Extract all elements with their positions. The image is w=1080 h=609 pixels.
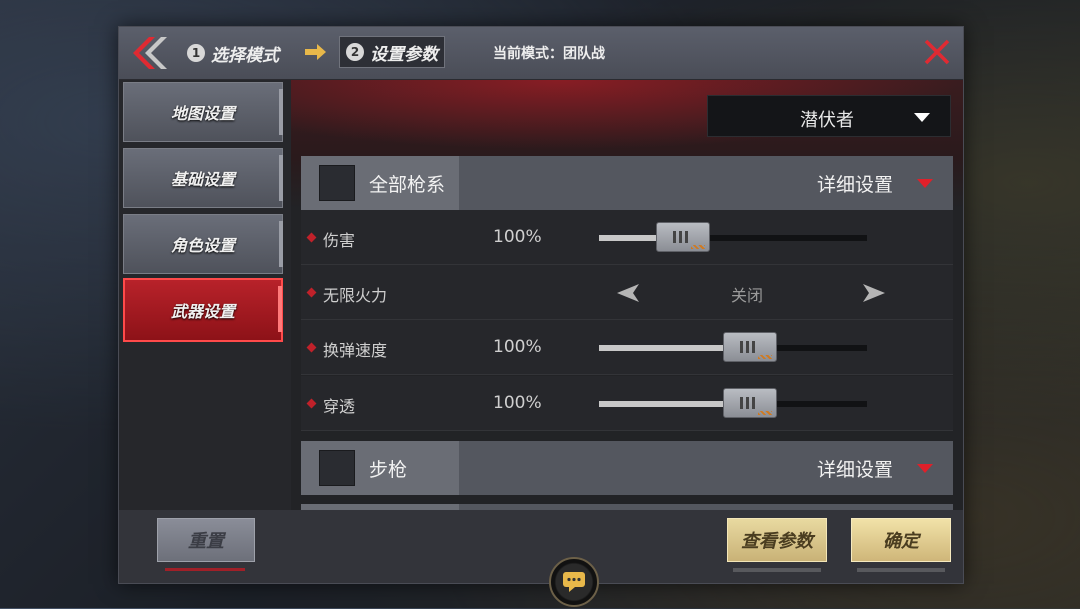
sidebar-item-label: 角色设置 — [170, 236, 235, 255]
stripe-decoration — [758, 411, 772, 415]
step2-label: 设置参数 — [370, 44, 438, 65]
grip-icon — [740, 397, 756, 409]
setting-label: 换弹速度 — [323, 341, 388, 360]
button-shadow — [733, 568, 821, 572]
sidebar-item-map-settings[interactable]: 地图设置 — [123, 82, 283, 142]
penetration-slider[interactable] — [599, 388, 867, 418]
close-icon[interactable] — [921, 36, 953, 68]
slider-fill — [599, 345, 733, 351]
setting-row-damage: 伤害 100% — [301, 210, 953, 265]
sidebar-item-label: 武器设置 — [170, 302, 235, 321]
setting-value: 100% — [493, 337, 542, 357]
section-checkbox[interactable] — [319, 450, 355, 486]
sidebar-item-label: 地图设置 — [170, 104, 235, 123]
button-shadow — [857, 568, 945, 572]
dialog-header: 1 选择模式 2 设置参数 当前模式：团队战 — [119, 27, 963, 80]
detail-settings-button[interactable]: 详细设置 — [817, 170, 893, 197]
setting-value: 100% — [493, 393, 542, 413]
section-checkbox[interactable] — [319, 165, 355, 201]
step-set-params[interactable]: 2 设置参数 — [339, 36, 445, 68]
section-title: 全部枪系 — [369, 174, 446, 196]
confirm-button[interactable]: 确定 — [851, 518, 951, 562]
slider-thumb[interactable] — [723, 332, 777, 362]
settings-dialog: 1 选择模式 2 设置参数 当前模式：团队战 地图设置 基础设置 角色设置 武器… — [118, 26, 964, 607]
settings-content: 潜伏者 全部枪系 详细设置 伤害 100% 无限火力 关闭 换弹速度 100% … — [291, 80, 963, 510]
bullet-icon — [306, 287, 317, 298]
stripe-decoration — [758, 355, 772, 359]
sidebar-item-basic-settings[interactable]: 基础设置 — [123, 148, 283, 208]
reset-underline — [165, 568, 245, 571]
step1-number: 1 — [187, 44, 205, 62]
dialog-footer: 重置 查看参数 确定 — [119, 510, 963, 583]
sidebar-item-weapon-settings[interactable]: 武器设置 — [123, 278, 283, 342]
caret-down-icon[interactable] — [917, 464, 933, 473]
reset-button[interactable]: 重置 — [157, 518, 255, 562]
slider-fill — [599, 401, 733, 407]
slider-thumb[interactable] — [723, 388, 777, 418]
caret-down-icon[interactable] — [917, 179, 933, 188]
setting-label: 无限火力 — [323, 286, 388, 305]
bullet-icon — [306, 398, 317, 409]
role-dropdown-value: 潜伏者 — [800, 110, 854, 131]
chat-button[interactable] — [549, 557, 599, 607]
step2-number: 2 — [346, 43, 364, 61]
grip-icon — [673, 231, 689, 243]
setting-row-unlimited-fire: 无限火力 关闭 — [301, 265, 953, 320]
setting-row-reload-speed: 换弹速度 100% — [301, 320, 953, 375]
caret-down-icon — [914, 113, 930, 122]
sidebar-item-label: 基础设置 — [170, 170, 235, 189]
current-mode-label: 当前模式：团队战 — [493, 46, 605, 62]
setting-label: 穿透 — [323, 397, 356, 416]
settings-sidebar: 地图设置 基础设置 角色设置 武器设置 — [119, 80, 291, 510]
setting-row-penetration: 穿透 100% — [301, 376, 953, 431]
stripe-decoration — [691, 245, 705, 249]
sidebar-item-character-settings[interactable]: 角色设置 — [123, 214, 283, 274]
toggle-value: 关闭 — [731, 286, 764, 305]
section-all-guns: 全部枪系 详细设置 — [301, 156, 953, 210]
bullet-icon — [306, 342, 317, 353]
arrow-right-icon[interactable] — [861, 282, 887, 304]
slider-thumb[interactable] — [656, 222, 710, 252]
arrow-left-icon[interactable] — [615, 282, 641, 304]
arrow-right-icon — [305, 44, 326, 60]
reload-speed-slider[interactable] — [599, 332, 867, 362]
step-select-mode[interactable]: 1 选择模式 — [187, 39, 279, 67]
grip-icon — [740, 341, 756, 353]
step1-label: 选择模式 — [211, 45, 279, 66]
setting-value: 100% — [493, 227, 542, 247]
view-params-button[interactable]: 查看参数 — [727, 518, 827, 562]
detail-settings-button[interactable]: 详细设置 — [817, 455, 893, 482]
section-title: 步枪 — [369, 459, 408, 481]
role-dropdown[interactable]: 潜伏者 — [707, 95, 951, 137]
back-chevron-icon[interactable] — [127, 33, 171, 73]
bullet-icon — [306, 232, 317, 243]
section-rifle: 步枪 详细设置 — [301, 441, 953, 495]
setting-label: 伤害 — [323, 231, 356, 250]
damage-slider[interactable] — [599, 222, 867, 252]
chat-bubble-icon — [563, 572, 585, 592]
